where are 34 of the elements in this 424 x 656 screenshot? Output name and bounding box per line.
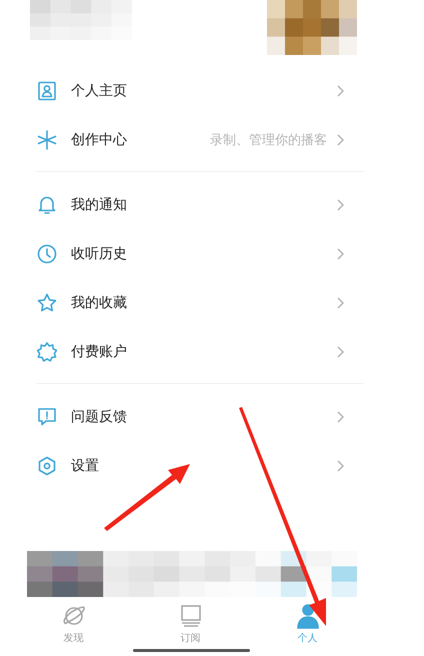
menu-label: 问题反馈 <box>71 408 127 426</box>
menu-label: 设置 <box>71 456 99 474</box>
chevron-icon <box>337 410 344 422</box>
badge-icon <box>37 342 57 362</box>
menu-item[interactable]: 个人主页 <box>36 66 364 115</box>
chevron-icon <box>337 134 344 146</box>
menu-item[interactable]: 设置 <box>36 441 364 490</box>
menu-hint: 录制、管理你的播客 <box>210 132 327 148</box>
asterisk-icon <box>37 130 57 150</box>
menu-item[interactable]: 创作中心 录制、管理你的播客 <box>36 115 364 164</box>
feedback-icon <box>37 406 57 426</box>
menu-item[interactable]: 我的收藏 <box>36 278 364 327</box>
menu-item[interactable]: 问题反馈 <box>36 392 364 441</box>
bell-icon <box>37 194 57 214</box>
chevron-icon <box>337 296 344 308</box>
profile-card-icon <box>37 80 57 100</box>
menu-label: 创作中心 <box>71 130 127 148</box>
menu-label: 我的通知 <box>71 196 127 214</box>
menu-item[interactable]: 我的通知 <box>36 180 364 229</box>
star-icon <box>37 292 57 312</box>
chevron-icon <box>337 84 344 96</box>
menu-label: 个人主页 <box>71 82 127 100</box>
person-icon <box>294 603 320 629</box>
clock-icon <box>37 244 57 264</box>
chevron-icon <box>337 346 344 358</box>
menu-label: 付费账户 <box>71 342 127 360</box>
menu-label: 我的收藏 <box>71 294 127 312</box>
menu-item[interactable]: 付费账户 <box>36 327 364 376</box>
chevron-icon <box>337 460 344 472</box>
settings-icon <box>37 456 57 476</box>
chevron-icon <box>337 198 344 210</box>
menu-label: 收听历史 <box>71 244 127 262</box>
chevron-icon <box>337 248 344 260</box>
menu-item[interactable]: 收听历史 <box>36 229 364 278</box>
